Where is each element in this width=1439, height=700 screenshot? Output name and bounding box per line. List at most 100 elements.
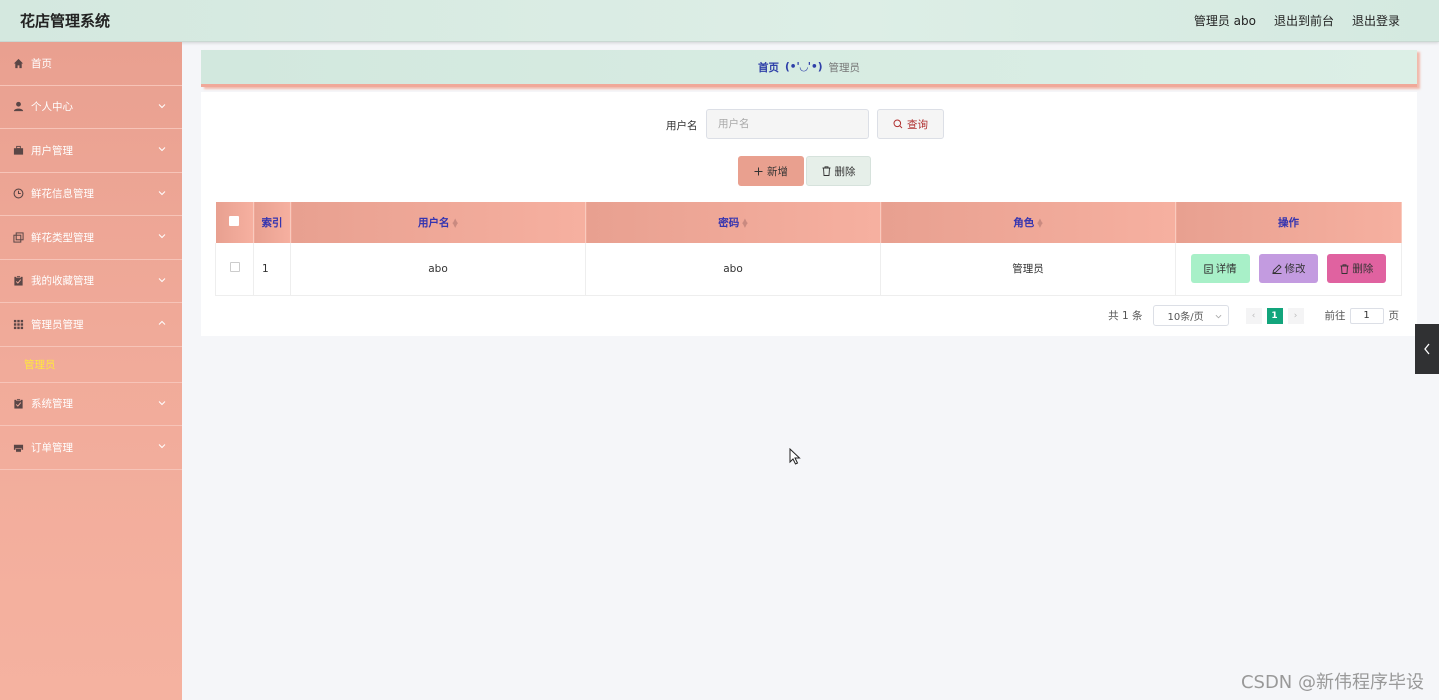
pagination-total: 共 1 条 <box>1108 310 1143 322</box>
printer-icon <box>13 442 24 453</box>
sidebar-item-label: 首页 <box>31 57 52 70</box>
search-label: 用户名 <box>666 120 698 132</box>
col-role[interactable]: 角色 ▲ ▼ <box>880 202 1176 243</box>
breadcrumb-separator: (•'◡'•) <box>784 61 823 73</box>
query-button[interactable]: 查询 <box>877 109 944 139</box>
row-delete-label: 删除 <box>1352 263 1374 276</box>
chevron-down-icon <box>158 190 166 195</box>
sidebar-item-admin[interactable]: 管理员管理 <box>0 303 182 347</box>
table-header-row: 索引 用户名 ▲ ▼ 密码 ▲ ▼ 角色 ▲ ▼ 操作 <box>215 202 1402 243</box>
row-username: abo <box>290 243 586 296</box>
chevron-down-icon <box>1215 314 1221 319</box>
row-select-cell[interactable] <box>215 243 254 296</box>
chevron-down-icon <box>158 400 166 405</box>
trash-icon <box>822 166 830 176</box>
sidebar-item-flower-type[interactable]: 鲜花类型管理 <box>0 216 182 260</box>
add-button[interactable]: 新增 <box>738 156 804 186</box>
mouse-cursor-icon <box>789 448 801 465</box>
chevron-down-icon <box>158 277 166 282</box>
col-actions: 操作 <box>1175 202 1402 243</box>
breadcrumb-current: 管理员 <box>828 61 861 74</box>
row-delete-button[interactable]: 删除 <box>1327 254 1387 284</box>
watermark: CSDN @新伟程序毕设 <box>1240 672 1424 693</box>
sidebar-item-flower-info[interactable]: 鲜花信息管理 <box>0 173 182 216</box>
batch-delete-button[interactable]: 删除 <box>806 156 871 186</box>
content-panel: 用户名 查询 新增 删除 索引 用户名▲▼ 密码▲▼ 角色▲▼ 操作 1 <box>201 92 1417 336</box>
top-right-menu: 管理员 abo 退出到前台 退出登录 <box>1194 12 1400 29</box>
pagination: 共 1 条 10条/页 ‹ 1 › 前往 页 <box>1108 305 1399 326</box>
page-number-active[interactable]: 1 <box>1266 307 1283 324</box>
sidebar-item-label: 个人中心 <box>31 101 73 114</box>
sidebar-item-users[interactable]: 用户管理 <box>0 129 182 173</box>
clipboard-icon <box>13 398 24 409</box>
goto-page-input[interactable] <box>1349 307 1384 324</box>
add-button-label: 新增 <box>767 165 788 178</box>
col-username[interactable]: 用户名 ▲ ▼ <box>290 202 586 243</box>
sort-icon[interactable]: ▲ ▼ <box>453 218 458 229</box>
username-search-input[interactable] <box>706 109 869 139</box>
admin-table: 索引 用户名 ▲ ▼ 密码 ▲ ▼ 角色 ▲ ▼ 操作 1 abo abo 管理员 详情 <box>215 202 1402 296</box>
breadcrumb-home[interactable]: 首页 <box>758 60 779 75</box>
goto-label: 前往 <box>1324 310 1346 322</box>
sidebar-item-label: 管理员管理 <box>31 318 84 331</box>
copy-icon <box>13 232 24 243</box>
home-icon <box>13 58 24 69</box>
sidebar-item-label: 订单管理 <box>31 441 73 454</box>
page-size-select[interactable]: 10条/页 <box>1152 305 1229 326</box>
col-password-label: 密码 <box>718 217 740 229</box>
detail-button[interactable]: 详情 <box>1190 254 1250 284</box>
top-bar: 花店管理系统 管理员 abo 退出到前台 退出登录 <box>0 0 1439 42</box>
plus-icon <box>754 167 763 175</box>
sidebar: 首页 个人中心 用户管理 鲜花信息管理 鲜花类型管理 我的收藏管理 管理员管理 … <box>0 42 182 700</box>
row-index: 1 <box>253 243 291 296</box>
grid-icon <box>13 319 24 330</box>
sidebar-item-system[interactable]: 系统管理 <box>0 383 182 426</box>
front-page-link[interactable]: 退出到前台 <box>1274 12 1334 29</box>
sidebar-item-profile[interactable]: 个人中心 <box>0 86 182 129</box>
query-button-label: 查询 <box>907 118 928 131</box>
chevron-down-icon <box>158 444 166 449</box>
chevron-left-icon <box>1424 343 1430 355</box>
logout-link[interactable]: 退出登录 <box>1352 12 1400 29</box>
current-user-label: 管理员 abo <box>1193 14 1256 28</box>
clipboard-icon <box>13 275 24 286</box>
table-row: 1 abo abo 管理员 详情 修改 删除 <box>215 243 1402 296</box>
chevron-up-icon <box>158 321 166 326</box>
breadcrumb: 首页 (•'◡'•) 管理员 <box>201 50 1417 87</box>
drawer-toggle-button[interactable] <box>1415 324 1439 374</box>
row-actions: 详情 修改 删除 <box>1175 243 1402 296</box>
sidebar-item-label: 我的收藏管理 <box>31 275 94 288</box>
batch-delete-label: 删除 <box>834 165 856 178</box>
goto-suffix: 页 <box>1388 310 1400 322</box>
next-page-button[interactable]: › <box>1287 307 1304 324</box>
chevron-down-icon <box>158 147 166 152</box>
sort-icon[interactable]: ▲ ▼ <box>742 218 747 229</box>
select-all-checkbox[interactable] <box>229 216 240 226</box>
row-checkbox[interactable] <box>229 262 240 273</box>
sidebar-item-label: 鲜花信息管理 <box>31 188 94 201</box>
row-password: abo <box>585 243 881 296</box>
detail-button-label: 详情 <box>1215 263 1237 276</box>
select-all-cell[interactable] <box>215 202 254 243</box>
trash-icon <box>1340 264 1349 274</box>
sidebar-item-favorites[interactable]: 我的收藏管理 <box>0 260 182 303</box>
edit-icon <box>1271 264 1282 274</box>
col-username-label: 用户名 <box>418 217 450 229</box>
chevron-down-icon <box>158 234 166 239</box>
edit-button-label: 修改 <box>1284 263 1306 276</box>
sidebar-item-label: 鲜花类型管理 <box>31 231 94 244</box>
sidebar-subitem-admin[interactable]: 管理员 <box>0 347 182 383</box>
search-icon <box>893 119 903 129</box>
sidebar-item-label: 用户管理 <box>31 144 73 157</box>
sidebar-item-orders[interactable]: 订单管理 <box>0 426 182 470</box>
clock-icon <box>13 188 24 199</box>
chevron-down-icon <box>158 103 166 108</box>
col-password[interactable]: 密码 ▲ ▼ <box>585 202 881 243</box>
sidebar-item-label: 系统管理 <box>31 398 73 411</box>
prev-page-button[interactable]: ‹ <box>1245 307 1262 324</box>
sidebar-item-home[interactable]: 首页 <box>0 42 182 86</box>
sort-icon[interactable]: ▲ ▼ <box>1037 218 1042 229</box>
row-role: 管理员 <box>880 243 1176 296</box>
col-index: 索引 <box>253 202 291 243</box>
edit-button[interactable]: 修改 <box>1259 254 1318 284</box>
